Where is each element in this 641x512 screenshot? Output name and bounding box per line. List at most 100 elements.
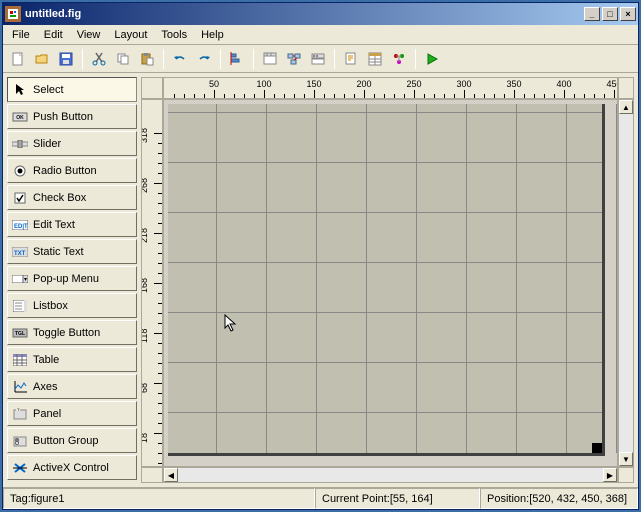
scrollbar-vertical[interactable]: ▲ ▼	[618, 99, 634, 467]
ruler-tick-label: 268	[141, 178, 149, 193]
palette-panel[interactable]: T Panel	[7, 401, 137, 426]
palette-activex[interactable]: ActiveX Control	[7, 455, 137, 480]
paste-icon[interactable]	[136, 48, 158, 70]
palette-table[interactable]: Table	[7, 347, 137, 372]
palette-slider[interactable]: Slider	[7, 131, 137, 156]
palette-label: Listbox	[33, 300, 68, 312]
scroll-up-icon[interactable]: ▲	[619, 100, 633, 114]
save-icon[interactable]	[55, 48, 77, 70]
palette-label: Edit Text	[33, 219, 75, 231]
axes-icon	[12, 380, 28, 394]
palette-label: Check Box	[33, 192, 86, 204]
scroll-track[interactable]	[619, 114, 633, 452]
menu-layout[interactable]: Layout	[107, 27, 154, 43]
maximize-button[interactable]: □	[602, 7, 618, 21]
ruler-end	[141, 467, 163, 483]
toolbar-editor-icon[interactable]	[307, 48, 329, 70]
scroll-down-icon[interactable]: ▼	[619, 452, 633, 466]
ruler-tick-label: 150	[306, 79, 321, 89]
ruler-corner	[141, 77, 163, 99]
popup-icon	[12, 272, 28, 286]
design-canvas[interactable]	[163, 99, 618, 467]
menu-editor-icon[interactable]	[259, 48, 281, 70]
menu-help[interactable]: Help	[194, 27, 231, 43]
palette-edittext[interactable]: ED|T Edit Text	[7, 212, 137, 237]
minimize-button[interactable]: _	[584, 7, 600, 21]
ruler-vertical[interactable]: 1868118168218268318	[141, 99, 163, 467]
close-button[interactable]: ×	[620, 7, 636, 21]
ruler-horizontal[interactable]: 50100150200250300350400450	[163, 77, 618, 99]
slider-icon	[12, 137, 28, 151]
palette-pushbutton[interactable]: OK Push Button	[7, 104, 137, 129]
palette-popup[interactable]: Pop-up Menu	[7, 266, 137, 291]
app-icon	[5, 6, 21, 22]
palette-toggle[interactable]: TGL Toggle Button	[7, 320, 137, 345]
ruler-end	[618, 77, 634, 99]
checkbox-icon	[12, 191, 28, 205]
run-icon[interactable]	[421, 48, 443, 70]
scroll-left-icon[interactable]: ◀	[164, 468, 178, 482]
window-title: untitled.fig	[25, 8, 584, 20]
figure-panel[interactable]	[168, 104, 605, 456]
open-icon[interactable]	[31, 48, 53, 70]
separator	[253, 49, 254, 69]
property-inspector-icon[interactable]	[364, 48, 386, 70]
toolbar	[3, 45, 638, 73]
svg-text:OK: OK	[16, 115, 24, 121]
palette-checkbox[interactable]: Check Box	[7, 185, 137, 210]
palette-label: Pop-up Menu	[33, 273, 99, 285]
statusbar: Tag: figure1 Current Point: [55, 164] Po…	[3, 487, 638, 509]
copy-icon[interactable]	[112, 48, 134, 70]
ruler-tick-label: 118	[141, 329, 149, 343]
palette-label: Slider	[33, 138, 61, 150]
ruler-tick-label: 168	[141, 278, 149, 293]
ruler-tick-label: 318	[141, 128, 149, 143]
cut-icon[interactable]	[88, 48, 110, 70]
menu-view[interactable]: View	[70, 27, 108, 43]
menu-tools[interactable]: Tools	[154, 27, 194, 43]
status-tag-value: figure1	[31, 493, 65, 505]
palette-statictext[interactable]: TXT Static Text	[7, 239, 137, 264]
new-icon[interactable]	[7, 48, 29, 70]
palette-label: Toggle Button	[33, 327, 100, 339]
status-currentpoint: Current Point: [55, 164]	[315, 488, 480, 509]
static-icon: TXT	[12, 245, 28, 259]
palette-label: Table	[33, 354, 59, 366]
palette-label: Axes	[33, 381, 57, 393]
canvas-area: 50100150200250300350400450 1868118168218…	[141, 77, 634, 483]
ruler-tick-label: 400	[556, 79, 571, 89]
tab-order-icon[interactable]	[283, 48, 305, 70]
palette-label: Static Text	[33, 246, 84, 258]
ruler-tick-label: 50	[209, 79, 219, 89]
status-pos-label: Position:	[487, 493, 529, 505]
menubar: File Edit View Layout Tools Help	[3, 25, 638, 45]
redo-icon[interactable]	[193, 48, 215, 70]
status-cp-value: [55, 164]	[390, 493, 433, 505]
palette-axes[interactable]: Axes	[7, 374, 137, 399]
palette-label: Panel	[33, 408, 61, 420]
scroll-corner	[618, 467, 634, 483]
editor-icon[interactable]	[340, 48, 362, 70]
palette-buttongroup[interactable]: Button Group	[7, 428, 137, 453]
menu-file[interactable]: File	[5, 27, 37, 43]
separator	[415, 49, 416, 69]
listbox-icon	[12, 299, 28, 313]
scroll-track[interactable]	[178, 468, 603, 482]
activex-icon	[12, 461, 28, 475]
undo-icon[interactable]	[169, 48, 191, 70]
align-icon[interactable]	[226, 48, 248, 70]
scrollbar-horizontal[interactable]: ◀ ▶	[163, 467, 618, 483]
object-browser-icon[interactable]	[388, 48, 410, 70]
palette-select[interactable]: Select	[7, 77, 137, 102]
palette-radio[interactable]: Radio Button	[7, 158, 137, 183]
menu-edit[interactable]: Edit	[37, 27, 70, 43]
titlebar[interactable]: untitled.fig _ □ ×	[3, 3, 638, 25]
palette-label: ActiveX Control	[33, 462, 109, 474]
svg-text:TGL: TGL	[15, 331, 25, 337]
palette-listbox[interactable]: Listbox	[7, 293, 137, 318]
resize-handle[interactable]	[592, 443, 602, 453]
buttongroup-icon	[12, 434, 28, 448]
ruler-tick-label: 250	[406, 79, 421, 89]
scroll-right-icon[interactable]: ▶	[603, 468, 617, 482]
window-buttons: _ □ ×	[584, 7, 636, 21]
